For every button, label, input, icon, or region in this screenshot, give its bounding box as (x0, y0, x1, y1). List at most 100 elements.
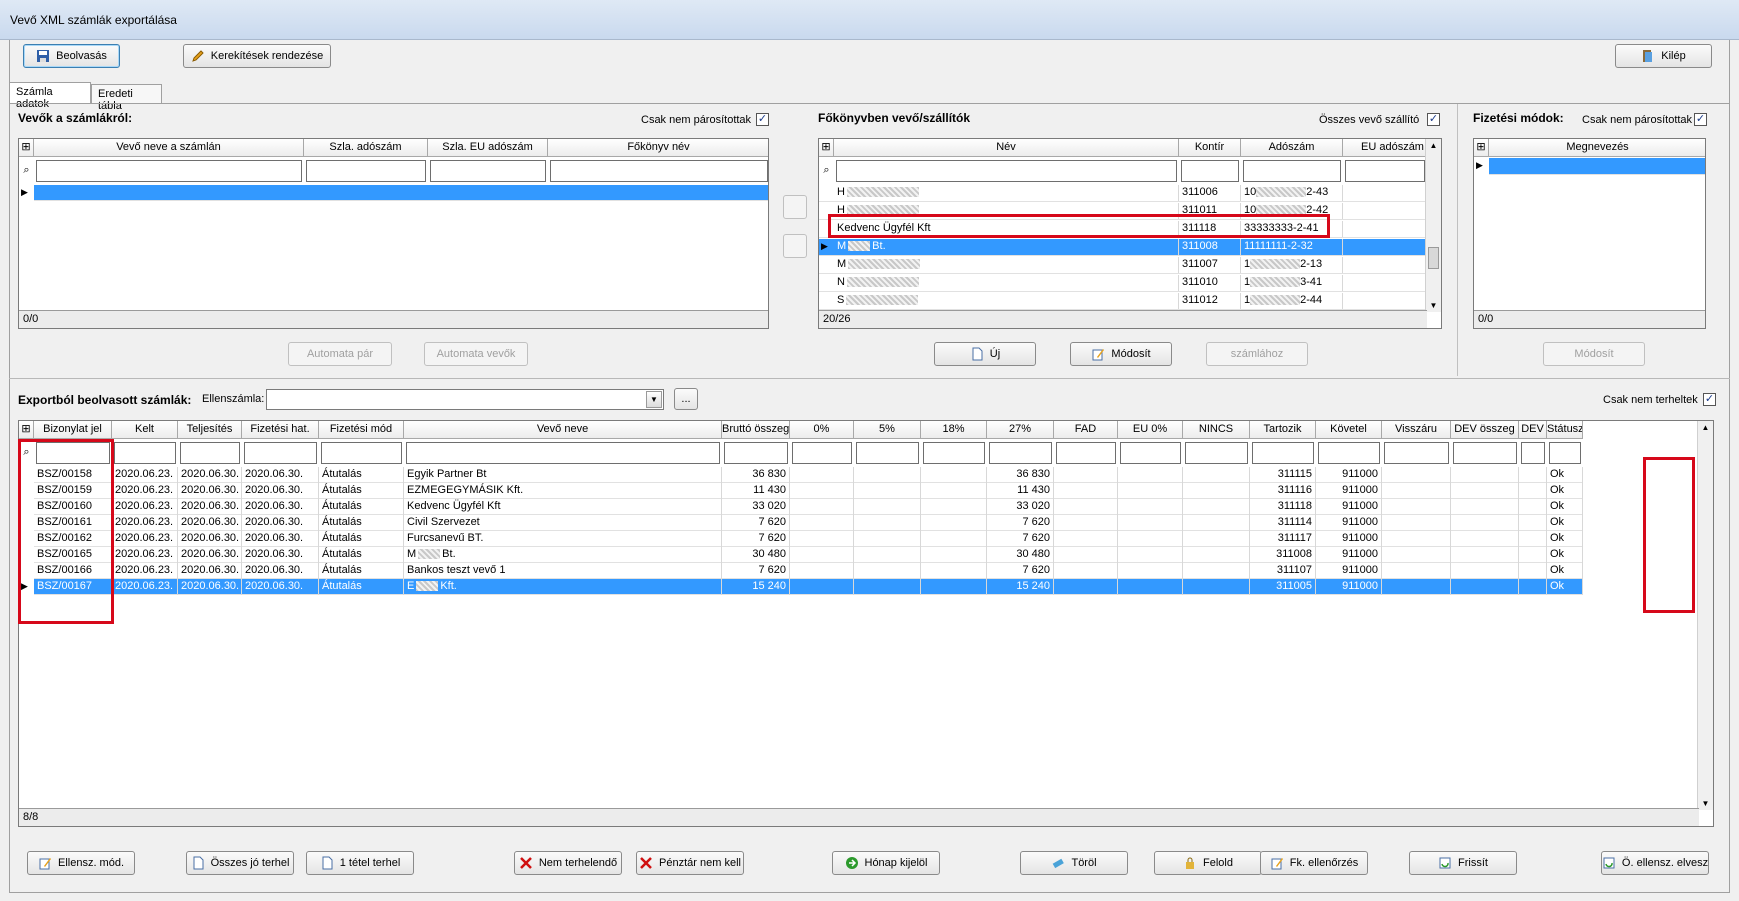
table-row[interactable]: BSZ/00166 2020.06.23. 2020.06.30. 2020.06.3… (34, 563, 1583, 579)
column-header[interactable]: Bizonylat jel (34, 421, 112, 439)
tab-original-table[interactable]: Eredeti tábla (91, 84, 162, 112)
auto-buyers-button[interactable]: Automata vevők (424, 342, 528, 366)
scroll-down-icon[interactable]: ▼ (1698, 799, 1713, 808)
new-button[interactable]: Új (934, 342, 1036, 366)
column-header[interactable]: Vevő neve a számlán (34, 139, 304, 157)
column-filter-input[interactable] (1521, 442, 1545, 464)
transfer-left-button[interactable] (783, 234, 807, 258)
scroll-up-icon[interactable]: ▲ (1426, 141, 1441, 150)
column-filter-input[interactable] (1549, 442, 1581, 464)
all-good-charge-button[interactable]: Összes jó terhel (186, 851, 294, 875)
refresh-button[interactable]: Frissít (1409, 851, 1517, 875)
grid-settings-icon[interactable]: ⊞ (1474, 139, 1489, 157)
eu-tax-number-filter[interactable] (430, 160, 546, 182)
column-header[interactable]: Kontír (1179, 139, 1241, 157)
payment-filter-checkbox[interactable]: ✓ (1694, 113, 1707, 126)
column-header[interactable]: Visszáru (1382, 421, 1451, 439)
column-header[interactable]: DEV (1519, 421, 1547, 439)
prev-counter-remove-button[interactable]: Ö. ellensz. elvesz (1601, 851, 1709, 875)
table-row[interactable] (1489, 158, 1705, 175)
column-header[interactable]: Kelt (112, 421, 178, 439)
column-header[interactable]: Név (834, 139, 1179, 157)
counter-modify-button[interactable]: Ellensz. mód. (27, 851, 135, 875)
to-invoice-button[interactable]: számlához (1206, 342, 1308, 366)
column-header[interactable]: Státusz (1547, 421, 1583, 439)
table-row[interactable]: BSZ/00160 2020.06.23. 2020.06.30. 2020.06.3… (34, 499, 1583, 515)
exported-scrollbar[interactable]: ▲ ▼ (1697, 421, 1713, 810)
one-item-charge-button[interactable]: 1 tétel terhel (306, 851, 414, 875)
table-row[interactable]: M Bt. 311008 11111111-2-32 (819, 239, 1427, 256)
column-filter-input[interactable] (1384, 442, 1449, 464)
table-row[interactable]: BSZ/00158 2020.06.23. 2020.06.30. 2020.06.3… (34, 467, 1583, 483)
scroll-down-icon[interactable]: ▼ (1426, 301, 1441, 310)
column-filter-input[interactable] (856, 442, 919, 464)
ledger-scrollbar[interactable]: ▲ ▼ (1425, 139, 1441, 312)
table-row[interactable]: BSZ/00159 2020.06.23. 2020.06.30. 2020.06.3… (34, 483, 1583, 499)
rounding-button[interactable]: Kerekítések rendezése (183, 44, 331, 68)
ledger-name-filter[interactable] (836, 160, 1177, 182)
column-header[interactable]: Megnevezés (1489, 139, 1705, 157)
column-header[interactable]: Fizetési hat. (242, 421, 319, 439)
column-header[interactable]: 5% (854, 421, 921, 439)
column-filter-input[interactable] (989, 442, 1052, 464)
delete-button[interactable]: Töröl (1020, 851, 1128, 875)
column-header[interactable]: 0% (790, 421, 854, 439)
column-header[interactable]: EU 0% (1118, 421, 1183, 439)
column-filter-input[interactable] (1252, 442, 1314, 464)
auto-pair-button[interactable]: Automata pár (288, 342, 392, 366)
release-button[interactable]: Felold (1154, 851, 1262, 875)
ledger-name-filter[interactable] (550, 160, 768, 182)
column-header[interactable]: NINCS (1183, 421, 1250, 439)
column-header[interactable]: Teljesítés (178, 421, 242, 439)
table-row[interactable]: S 311012 1 2-44 (819, 293, 1427, 310)
table-row[interactable]: M 311007 1 2-13 (819, 257, 1427, 274)
column-filter-input[interactable] (923, 442, 985, 464)
table-row[interactable] (34, 185, 768, 201)
column-filter-input[interactable] (180, 442, 240, 464)
column-header[interactable]: FAD (1054, 421, 1118, 439)
not-chargeable-button[interactable]: Nem terhelendő (514, 851, 622, 875)
tab-invoice-data[interactable]: Számla adatok (9, 82, 91, 110)
ledger-filter-checkbox[interactable]: ✓ (1427, 113, 1440, 126)
column-filter-input[interactable] (724, 442, 788, 464)
buyers-grid[interactable]: ⊞ Vevő neve a számlán Szla. adószám Szla… (18, 138, 769, 329)
kontir-filter[interactable] (1181, 160, 1239, 182)
grid-settings-icon[interactable]: ⊞ (819, 139, 834, 157)
column-filter-input[interactable] (321, 442, 402, 464)
column-header[interactable]: Tartozik (1250, 421, 1316, 439)
column-filter-input[interactable] (1056, 442, 1116, 464)
column-filter-input[interactable] (1453, 442, 1517, 464)
buyers-filter-checkbox[interactable]: ✓ (756, 113, 769, 126)
column-filter-input[interactable] (406, 442, 720, 464)
column-header[interactable]: Adószám (1241, 139, 1343, 157)
tax-filter[interactable] (1243, 160, 1341, 182)
table-row[interactable]: N 311010 1 3-41 (819, 275, 1427, 292)
read-button[interactable]: Beolvasás (23, 44, 120, 68)
cash-not-needed-button[interactable]: Pénztár nem kell (636, 851, 744, 875)
table-row[interactable]: BSZ/00162 2020.06.23. 2020.06.30. 2020.06.3… (34, 531, 1583, 547)
grid-settings-icon[interactable]: ⊞ (19, 139, 34, 157)
exit-button[interactable]: Kilép (1615, 44, 1712, 68)
column-header[interactable]: 18% (921, 421, 987, 439)
table-row[interactable]: BSZ/00161 2020.06.23. 2020.06.30. 2020.06.3… (34, 515, 1583, 531)
scroll-thumb[interactable] (1428, 247, 1439, 269)
column-header[interactable]: 27% (987, 421, 1054, 439)
payment-grid[interactable]: ⊞ Megnevezés ▶ 0/0 (1473, 138, 1706, 329)
column-filter-input[interactable] (114, 442, 176, 464)
modify-payment-button[interactable]: Módosít (1543, 342, 1645, 366)
counter-account-select[interactable]: ▼ (266, 389, 664, 410)
column-header[interactable]: Szla. EU adószám (428, 139, 548, 157)
column-header[interactable]: DEV összeg (1451, 421, 1519, 439)
column-filter-input[interactable] (1318, 442, 1380, 464)
eu-tax-filter[interactable] (1345, 160, 1425, 182)
chevron-down-icon[interactable]: ▼ (646, 391, 662, 408)
table-row[interactable]: BSZ/00167 2020.06.23. 2020.06.30. 2020.06.3… (34, 579, 1583, 595)
month-select-button[interactable]: Hónap kijelöl (832, 851, 940, 875)
column-filter-input[interactable] (792, 442, 852, 464)
transfer-right-button[interactable] (783, 195, 807, 219)
column-header[interactable]: Szla. adószám (304, 139, 428, 157)
grid-settings-icon[interactable]: ⊞ (19, 421, 34, 439)
modify-ledger-button[interactable]: Módosít (1070, 342, 1172, 366)
scroll-up-icon[interactable]: ▲ (1698, 423, 1713, 432)
column-filter-input[interactable] (244, 442, 317, 464)
